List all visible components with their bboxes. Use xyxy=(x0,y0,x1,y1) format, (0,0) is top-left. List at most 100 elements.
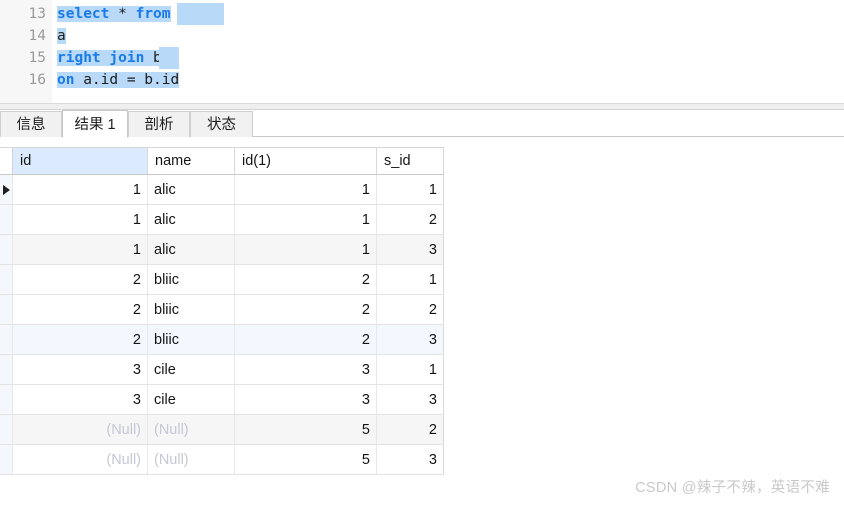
sql-plain-token: * xyxy=(118,6,127,22)
sql-keyword-token: join xyxy=(109,50,145,66)
grid-cell-id[interactable]: 3 xyxy=(13,385,148,414)
grid-cell-id1[interactable]: 1 xyxy=(235,235,377,264)
table-row[interactable]: 1 alic 1 3 xyxy=(0,235,444,265)
editor-code-line[interactable]: right join b xyxy=(57,47,162,69)
table-row[interactable]: 2 bliic 2 3 xyxy=(0,325,444,355)
grid-cell-id[interactable]: 2 xyxy=(13,325,148,354)
result-tabbar: 信息 结果 1 剖析 状态 xyxy=(0,110,844,138)
editor-line-number: 16 xyxy=(28,72,46,88)
grid-cell-id[interactable]: 1 xyxy=(13,205,148,234)
grid-cell-id1[interactable]: 5 xyxy=(235,445,377,474)
grid-cell-id1[interactable]: 3 xyxy=(235,385,377,414)
result-tab[interactable]: 状态 xyxy=(190,111,253,137)
table-row[interactable]: 2 bliic 2 2 xyxy=(0,295,444,325)
grid-cell-id1[interactable]: 2 xyxy=(235,325,377,354)
sql-keyword-token: from xyxy=(135,6,171,22)
grid-cell-s_id[interactable]: 3 xyxy=(377,385,444,414)
grid-cell-name[interactable]: bliic xyxy=(148,295,235,324)
row-selector-gutter[interactable] xyxy=(0,445,13,474)
grid-cell-s_id[interactable]: 2 xyxy=(377,205,444,234)
grid-cell-s_id[interactable]: 3 xyxy=(377,235,444,264)
grid-cell-s_id[interactable]: 3 xyxy=(377,325,444,354)
result-grid-header[interactable]: id name id(1) s_id xyxy=(0,147,444,175)
sql-editor[interactable]: 13 select * from 14 a 15 right join b 16 on a.i… xyxy=(0,0,844,103)
grid-header-gutter xyxy=(0,148,13,174)
grid-cell-id[interactable]: 3 xyxy=(13,355,148,384)
grid-cell-id1[interactable]: 1 xyxy=(235,175,377,204)
grid-cell-id[interactable]: (Null) xyxy=(13,415,148,444)
csdn-watermark: CSDN @辣子不辣，英语不难 xyxy=(635,480,830,496)
table-row[interactable]: 1 alic 1 2 xyxy=(0,205,444,235)
table-row[interactable]: (Null) (Null) 5 3 xyxy=(0,445,444,475)
editor-code-line[interactable]: a xyxy=(57,25,66,47)
grid-cell-s_id[interactable]: 1 xyxy=(377,355,444,384)
grid-cell-id[interactable]: (Null) xyxy=(13,445,148,474)
editor-selection-trailing xyxy=(159,47,179,69)
grid-cell-name[interactable]: bliic xyxy=(148,265,235,294)
result-tab[interactable]: 结果 1 xyxy=(62,110,128,138)
grid-cell-id[interactable]: 1 xyxy=(13,175,148,204)
result-tab[interactable]: 剖析 xyxy=(128,111,190,137)
grid-cell-s_id[interactable]: 2 xyxy=(377,415,444,444)
grid-cell-name[interactable]: alic xyxy=(148,205,235,234)
editor-selection-span: right join b xyxy=(57,50,162,66)
table-row[interactable]: 3 cile 3 1 xyxy=(0,355,444,385)
editor-line-number: 13 xyxy=(28,6,46,22)
row-selector-gutter[interactable] xyxy=(0,385,13,414)
grid-cell-name[interactable]: alic xyxy=(148,235,235,264)
result-tab[interactable]: 信息 xyxy=(0,111,62,137)
row-selector-gutter[interactable] xyxy=(0,415,13,444)
grid-cell-id1[interactable]: 5 xyxy=(235,415,377,444)
grid-cell-name[interactable]: (Null) xyxy=(148,415,235,444)
table-row[interactable]: 3 cile 3 3 xyxy=(0,385,444,415)
grid-cell-id1[interactable]: 3 xyxy=(235,355,377,384)
grid-column-header-name[interactable]: name xyxy=(148,148,235,174)
sql-plain-token: a xyxy=(57,28,66,44)
grid-cell-s_id[interactable]: 3 xyxy=(377,445,444,474)
sql-keyword-token: on xyxy=(57,72,75,88)
grid-cell-name[interactable]: cile xyxy=(148,385,235,414)
grid-cell-name[interactable]: bliic xyxy=(148,325,235,354)
grid-cell-s_id[interactable]: 1 xyxy=(377,175,444,204)
row-selector-gutter[interactable] xyxy=(0,205,13,234)
sql-keyword-token: right xyxy=(57,50,101,66)
result-grid[interactable]: id name id(1) s_id 1 alic 1 1 1 alic 1 2 1 alic 1 3 2 bl… xyxy=(0,147,444,475)
grid-cell-id1[interactable]: 2 xyxy=(235,265,377,294)
sql-keyword-token: select xyxy=(57,6,110,22)
grid-cell-s_id[interactable]: 1 xyxy=(377,265,444,294)
grid-cell-id[interactable]: 2 xyxy=(13,295,148,324)
grid-column-header-id1[interactable]: id(1) xyxy=(235,148,377,174)
table-row[interactable]: (Null) (Null) 5 2 xyxy=(0,415,444,445)
grid-column-header-s_id[interactable]: s_id xyxy=(377,148,444,174)
grid-column-header-id[interactable]: id xyxy=(13,148,148,174)
row-selector-gutter[interactable] xyxy=(0,235,13,264)
editor-line-number: 14 xyxy=(28,28,46,44)
row-selector-gutter[interactable] xyxy=(0,325,13,354)
row-selector-gutter[interactable] xyxy=(0,355,13,384)
row-selector-gutter[interactable] xyxy=(0,265,13,294)
sql-plain-token xyxy=(127,6,136,22)
grid-cell-name[interactable]: alic xyxy=(148,175,235,204)
editor-selection-span: on a.id = b.id xyxy=(57,72,180,88)
grid-cell-name[interactable]: (Null) xyxy=(148,445,235,474)
result-grid-body[interactable]: 1 alic 1 1 1 alic 1 2 1 alic 1 3 2 bliic 2 1 2 bliic 2 2 2 bl… xyxy=(0,175,444,475)
editor-code-line[interactable]: select * from xyxy=(57,3,171,25)
table-row[interactable]: 1 alic 1 1 xyxy=(0,175,444,205)
sql-plain-token xyxy=(109,6,118,22)
grid-cell-s_id[interactable]: 2 xyxy=(377,295,444,324)
editor-code-line[interactable]: on a.id = b.id xyxy=(57,69,180,91)
editor-selection-span: select * from xyxy=(57,6,171,22)
editor-selection-span: a xyxy=(57,28,66,44)
table-row[interactable]: 2 bliic 2 1 xyxy=(0,265,444,295)
sql-plain-token: a.id = b.id xyxy=(74,72,180,88)
grid-cell-id1[interactable]: 2 xyxy=(235,295,377,324)
grid-cell-id[interactable]: 2 xyxy=(13,265,148,294)
grid-cell-id[interactable]: 1 xyxy=(13,235,148,264)
grid-cell-id1[interactable]: 1 xyxy=(235,205,377,234)
sql-plain-token xyxy=(144,50,153,66)
grid-cell-name[interactable]: cile xyxy=(148,355,235,384)
editor-result-splitter[interactable] xyxy=(0,103,844,110)
row-selector-gutter[interactable] xyxy=(0,295,13,324)
row-selector-gutter[interactable] xyxy=(0,175,13,204)
current-row-arrow-icon xyxy=(2,184,10,195)
